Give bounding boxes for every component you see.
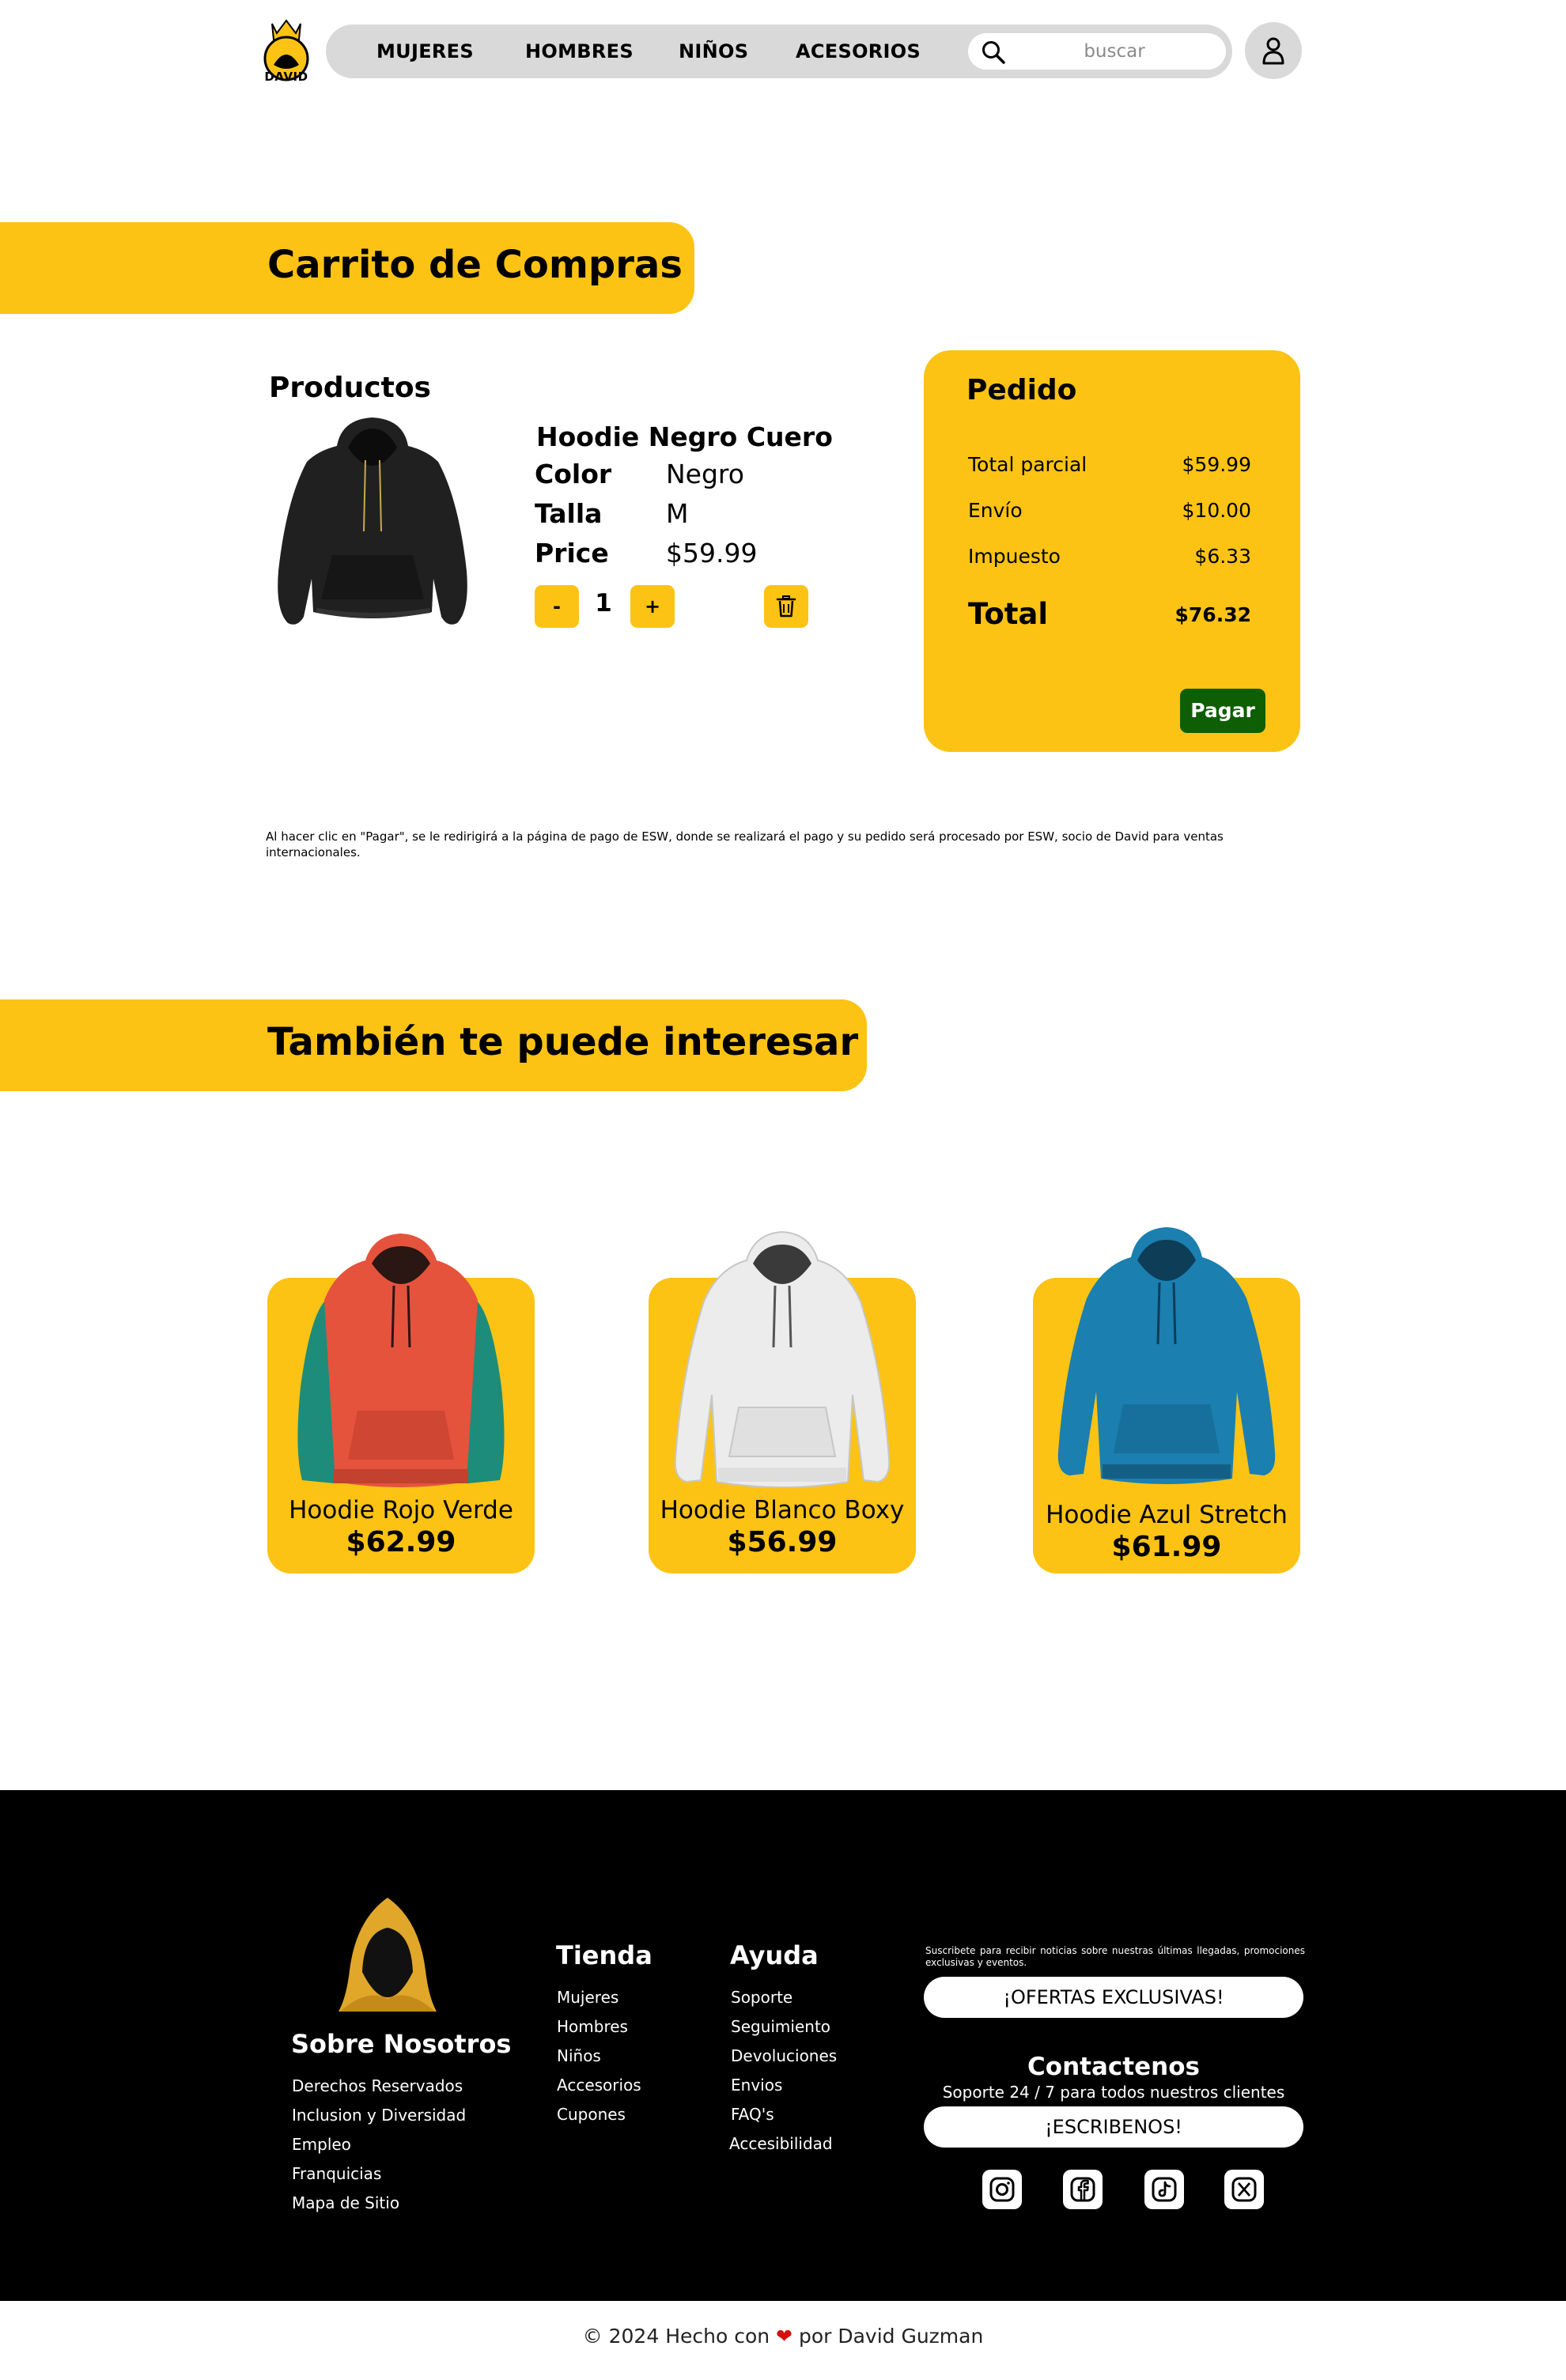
nav-ninos[interactable]: NIÑOS (679, 40, 748, 62)
red-green-hoodie-image (297, 1233, 505, 1487)
footer-link-rights[interactable]: Derechos Reservados (292, 2076, 463, 2095)
nav-accesorios[interactable]: ACESORIOS (796, 40, 921, 62)
footer-link-jobs[interactable]: Empleo (292, 2135, 351, 2154)
price-label: Price (535, 538, 609, 569)
footer: Sobre Nosotros Derechos Reservados Inclu… (0, 1790, 1566, 2301)
shipping-value: $10.00 (1182, 499, 1251, 522)
product-card[interactable]: Hoodie Azul Stretch $61.99 (1033, 1227, 1300, 1573)
cart-item-name[interactable]: Hoodie Negro Cuero (536, 421, 833, 452)
decrease-quantity-button[interactable]: - (535, 585, 579, 628)
footer-link-women[interactable]: Mujeres (557, 1988, 618, 2007)
product-card-price: $61.99 (1111, 1531, 1222, 1563)
product-card-name: Hoodie Blanco Boxy (660, 1496, 905, 1524)
total-label: Total (968, 597, 1049, 631)
tiktok-button[interactable] (1144, 2170, 1184, 2209)
recommendations-title: También te puede interesar (267, 1020, 859, 1064)
x-icon (1231, 2177, 1257, 2202)
footer-link-kids[interactable]: Niños (557, 2046, 601, 2065)
footer-link-faq[interactable]: FAQ's (731, 2105, 774, 2124)
help-heading: Ayuda (730, 1940, 819, 1970)
footer-link-franchises[interactable]: Franquicias (292, 2164, 381, 2183)
total-value: $76.32 (1174, 603, 1251, 626)
color-label: Color (535, 459, 612, 489)
search-box (968, 33, 1226, 70)
user-account-button[interactable] (1245, 22, 1302, 79)
tax-value: $6.33 (1194, 545, 1251, 568)
instagram-icon (989, 2177, 1015, 2202)
write-us-button[interactable]: ¡ESCRIBENOS! (924, 2106, 1303, 2148)
facebook-icon (1070, 2177, 1095, 2202)
order-summary: Pedido Total parcial $59.99 Envío $10.00… (924, 350, 1300, 752)
user-icon (1262, 37, 1284, 65)
support-text: Soporte 24 / 7 para todos nuestros clien… (942, 2083, 1285, 2102)
copyright-prefix: © 2024 Hecho con (582, 2325, 770, 2348)
footer-link-sitemap[interactable]: Mapa de Sitio (292, 2193, 399, 2212)
footer-link-coupons[interactable]: Cupones (557, 2105, 626, 2124)
heart-icon: ❤ (776, 2325, 792, 2348)
navbar: MUJERES HOMBRES NIÑOS ACESORIOS (326, 25, 1232, 78)
products-heading: Productos (269, 372, 431, 404)
newsletter-text: Suscribete para recibir noticias sobre n… (925, 1945, 1305, 1968)
nav-mujeres[interactable]: MUJERES (376, 40, 474, 62)
black-hoodie-image (278, 417, 467, 625)
product-card-price: $56.99 (727, 1526, 838, 1558)
subtotal-label: Total parcial (968, 453, 1088, 476)
product-card-name: Hoodie Rojo Verde (289, 1496, 513, 1524)
footer-link-accessibility[interactable]: Accesibilidad (729, 2134, 833, 2153)
instagram-button[interactable] (982, 2170, 1022, 2209)
color-value: Negro (666, 459, 744, 489)
copyright-suffix: por David Guzman (798, 2325, 984, 2348)
trash-icon (776, 595, 796, 618)
product-card-name: Hoodie Azul Stretch (1046, 1501, 1288, 1529)
search-icon[interactable] (981, 40, 1006, 65)
cart-banner: Carrito de Compras (0, 222, 694, 314)
size-value: M (666, 498, 689, 529)
facebook-button[interactable] (1063, 2170, 1103, 2209)
footer-link-tracking[interactable]: Seguimiento (731, 2017, 830, 2036)
subtotal-value: $59.99 (1182, 453, 1251, 476)
tiktok-icon (1152, 2177, 1177, 2202)
pay-button[interactable]: Pagar (1180, 689, 1265, 733)
copyright: © 2024 Hecho con ❤ por David Guzman (0, 2325, 1566, 2348)
footer-link-returns[interactable]: Devoluciones (731, 2046, 837, 2065)
footer-link-inclusion[interactable]: Inclusion y Diversidad (292, 2106, 466, 2125)
blue-hoodie-image (1057, 1227, 1276, 1484)
footer-link-shipping[interactable]: Envios (731, 2076, 782, 2095)
tax-label: Impuesto (968, 545, 1061, 568)
nav-hombres[interactable]: HOMBRES (525, 40, 634, 62)
recommendations-banner: También te puede interesar (0, 999, 867, 1091)
exclusive-offers-button[interactable]: ¡OFERTAS EXCLUSIVAS! (924, 1977, 1303, 2018)
footer-link-accessories[interactable]: Accesorios (557, 2076, 641, 2095)
search-input[interactable] (1016, 38, 1213, 65)
order-title: Pedido (966, 374, 1077, 406)
store-heading: Tienda (556, 1940, 652, 1970)
cart-title: Carrito de Compras (267, 243, 683, 287)
footer-link-men[interactable]: Hombres (557, 2017, 628, 2036)
product-card[interactable]: Hoodie Blanco Boxy $56.99 (649, 1230, 916, 1573)
product-card[interactable]: Hoodie Rojo Verde $62.99 (267, 1233, 535, 1573)
footer-link-support[interactable]: Soporte (731, 1988, 792, 2007)
hooded-figure-logo-icon (339, 1898, 437, 2012)
product-card-price: $62.99 (346, 1526, 456, 1558)
contact-heading: Contactenos (1027, 2053, 1200, 2081)
white-hoodie-image (674, 1230, 891, 1488)
x-twitter-button[interactable] (1224, 2170, 1264, 2209)
increase-quantity-button[interactable]: + (630, 585, 675, 628)
payment-disclaimer: Al hacer clic en "Pagar", se le redirigi… (266, 829, 1224, 859)
about-heading: Sobre Nosotros (291, 2029, 512, 2059)
logo-text: DAVID (264, 70, 308, 84)
remove-item-button[interactable] (764, 585, 808, 628)
quantity-value: 1 (595, 589, 612, 618)
size-label: Talla (535, 498, 603, 529)
shipping-label: Envío (968, 499, 1023, 522)
price-value: $59.99 (666, 538, 758, 569)
